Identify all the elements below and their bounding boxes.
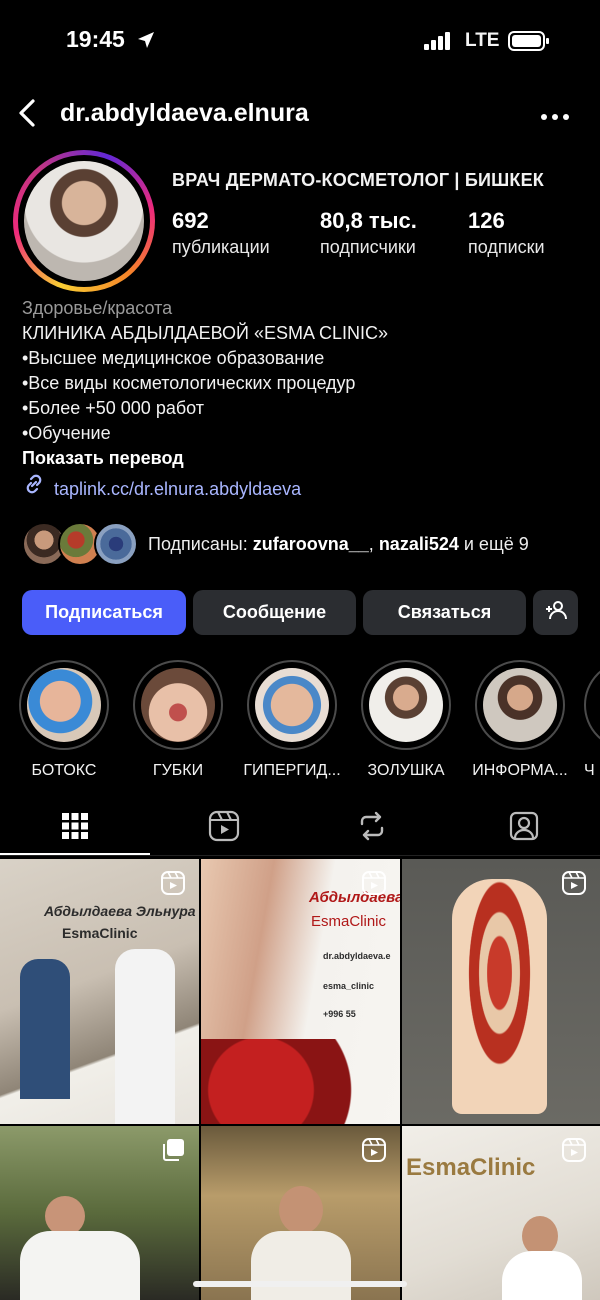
bio-line: •Обучение — [22, 423, 111, 443]
link-icon — [22, 472, 46, 505]
followed-sep: , — [368, 533, 379, 554]
post-overlay-text: +996 55 — [323, 1009, 356, 1019]
grid-post[interactable] — [201, 1126, 400, 1300]
stat-followers[interactable]: 80,8 тыс. подписчики — [320, 208, 417, 258]
bio-line: КЛИНИКА АБДЫЛДАЕВОЙ «ESMA CLINIC» — [22, 323, 389, 343]
followed-user[interactable]: nazali524 — [379, 534, 459, 554]
stat-following-count: 126 — [468, 208, 505, 233]
grid-post[interactable]: Абдылдаева EsmaClinic dr.abdyldaeva.e es… — [201, 859, 400, 1124]
profile-bio: Здоровье/красота КЛИНИКА АБДЫЛДАЕВОЙ «ES… — [22, 296, 582, 505]
stat-followers-label: подписчики — [320, 237, 416, 257]
bio-line: •Все виды косметологических процедур — [22, 373, 356, 393]
highlight-item[interactable]: ГУБКИ — [128, 660, 228, 780]
reel-badge-icon — [161, 871, 185, 900]
reel-badge-icon — [562, 1138, 586, 1167]
follower-avatars — [22, 520, 140, 568]
profile-headline: ВРАЧ ДЕРМАТО-КОСМЕТОЛОГ | БИШКЕК — [172, 170, 544, 190]
followed-suffix: и ещё 9 — [458, 533, 529, 554]
highlight-label: ИНФОРМА... — [472, 762, 568, 779]
highlight-cover — [483, 668, 557, 742]
grid-post[interactable]: Абдылдаева Эльнура EsmaClinic — [0, 859, 199, 1124]
post-overlay-text: Абдылдаева — [309, 889, 400, 906]
home-indicator[interactable] — [193, 1281, 407, 1287]
network-label: LTE — [465, 30, 500, 51]
tagged-person-icon — [508, 810, 540, 847]
tab-posts-grid[interactable] — [55, 810, 95, 846]
active-tab-indicator — [0, 853, 150, 855]
highlight-item[interactable]: ЗОЛУШКА — [356, 660, 456, 780]
reel-badge-icon — [362, 1138, 386, 1167]
followed-user[interactable]: zufaroovna__ — [253, 534, 369, 554]
reel-badge-icon — [562, 871, 586, 900]
grid-post[interactable] — [402, 859, 600, 1124]
highlight-item[interactable]: Ч — [584, 660, 600, 780]
highlight-cover — [369, 668, 443, 742]
highlight-cover — [141, 668, 215, 742]
profile-username: dr.abdyldaeva.elnura — [60, 99, 309, 127]
highlight-item[interactable]: ИНФОРМА... — [470, 660, 570, 780]
highlight-label: Ч — [584, 762, 595, 779]
top-nav: dr.abdyldaeva.elnura — [0, 90, 600, 136]
grid-post[interactable]: EsmaClinic — [402, 1126, 600, 1300]
highlight-cover — [255, 668, 329, 742]
signal-icon — [424, 32, 454, 55]
stat-following-label: подписки — [468, 237, 545, 257]
contact-button[interactable]: Связаться — [363, 590, 526, 635]
grid-post[interactable] — [0, 1126, 199, 1300]
post-overlay-text: dr.abdyldaeva.e — [323, 951, 391, 961]
location-arrow-icon — [136, 30, 156, 55]
followed-by[interactable]: Подписаны: zufaroovna__, nazali524 и ещё… — [22, 520, 592, 568]
add-person-icon — [544, 598, 568, 627]
bio-link[interactable]: taplink.cc/dr.elnura.abdyldaeva — [22, 472, 582, 505]
stat-following[interactable]: 126 подписки — [468, 208, 545, 258]
bio-category: Здоровье/красота — [22, 298, 173, 318]
avatar-photo — [24, 161, 144, 281]
follower-avatar — [94, 522, 138, 566]
bio-line: •Более +50 000 работ — [22, 398, 205, 418]
back-icon[interactable] — [16, 98, 40, 133]
posts-grid: Абдылдаева Эльнура EsmaClinic Абдылдаева… — [0, 859, 600, 1300]
stat-posts-label: публикации — [172, 237, 270, 257]
stat-posts[interactable]: 692 публикации — [172, 208, 270, 258]
followed-by-text: Подписаны: zufaroovna__, nazali524 и ещё… — [148, 534, 529, 555]
more-options-icon[interactable] — [540, 108, 570, 126]
bio-line: •Высшее медицинское образование — [22, 348, 325, 368]
post-overlay-text: EsmaClinic — [406, 1154, 536, 1181]
stat-followers-count: 80,8 тыс. — [320, 208, 417, 233]
stat-posts-count: 692 — [172, 208, 209, 233]
show-translation-link[interactable]: Показать перевод — [22, 446, 582, 471]
profile-tabs — [0, 800, 600, 856]
highlight-item[interactable]: ГИПЕРГИД... — [242, 660, 342, 780]
highlight-cover — [27, 668, 101, 742]
highlight-label: ГУБКИ — [152, 762, 204, 779]
repost-icon — [356, 810, 388, 847]
highlight-label: БОТОКС — [31, 762, 97, 779]
status-bar: 19:45 LTE — [0, 0, 600, 82]
tab-reels[interactable] — [204, 810, 244, 846]
post-overlay-text: esma_clinic — [323, 981, 375, 991]
message-button[interactable]: Сообщение — [193, 590, 356, 635]
post-overlay-text: EsmaClinic — [311, 913, 387, 930]
reel-badge-icon — [362, 871, 386, 900]
reels-icon — [208, 810, 240, 847]
profile-avatar[interactable] — [13, 150, 155, 292]
suggest-people-button[interactable] — [533, 590, 578, 635]
highlight-label: ЗОЛУШКА — [367, 762, 445, 779]
tab-tagged[interactable] — [504, 810, 544, 846]
post-overlay-text: EsmaClinic — [62, 925, 138, 941]
followed-prefix: Подписаны: — [148, 533, 253, 554]
follow-button[interactable]: Подписаться — [22, 590, 186, 635]
post-overlay-text: Абдылдаева Эльнура — [44, 903, 196, 919]
highlight-item[interactable]: БОТОКС — [14, 660, 114, 780]
carousel-badge-icon — [161, 1138, 185, 1167]
tab-reposts[interactable] — [352, 810, 392, 846]
status-time: 19:45 — [66, 26, 125, 52]
highlight-label: ГИПЕРГИД... — [243, 762, 341, 779]
grid-icon — [61, 812, 89, 845]
bio-link-text: taplink.cc/dr.elnura.abdyldaeva — [54, 478, 302, 499]
battery-icon — [508, 31, 550, 56]
